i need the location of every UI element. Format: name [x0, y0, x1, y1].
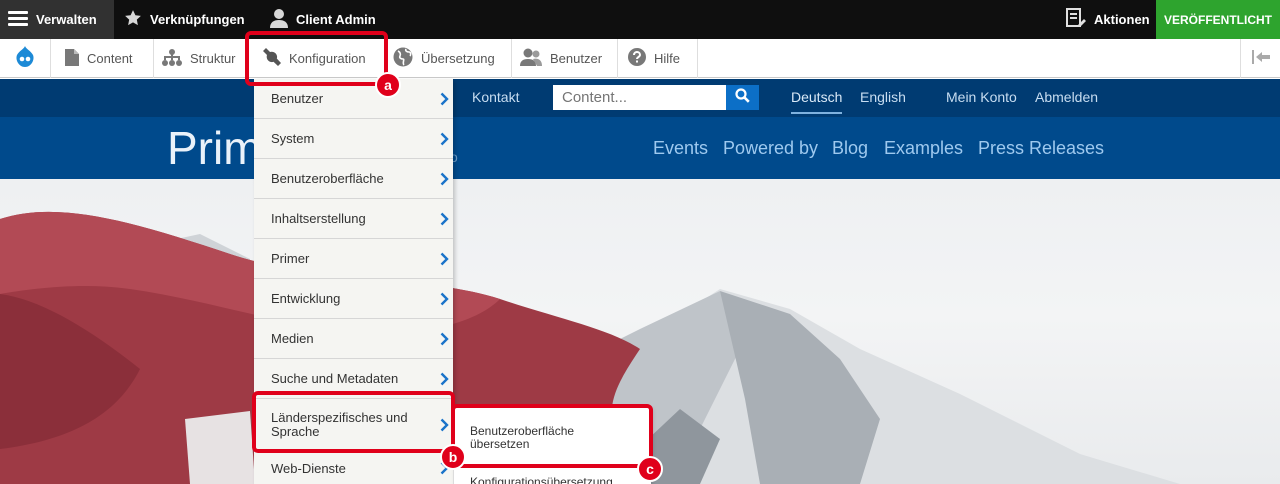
- menu-item-label: Benutzeroberfläche: [271, 171, 384, 186]
- menu-item-label: Benutzer: [271, 91, 324, 106]
- menu-item-label: System: [271, 131, 315, 146]
- site-title[interactable]: Prim: [167, 121, 262, 175]
- chevron-right-icon[interactable]: [440, 292, 449, 309]
- site-header: Prim o Events Powered by Blog Examples P…: [0, 117, 1280, 179]
- annotation-badge-b: b: [440, 444, 466, 470]
- star-icon: [124, 9, 142, 30]
- tray-item-people[interactable]: Benutzer: [512, 39, 618, 78]
- tray-item-label: Übersetzung: [421, 51, 495, 66]
- search-input[interactable]: [553, 85, 726, 110]
- tray-item-label: Struktur: [190, 51, 236, 66]
- submenu-item-config-translation[interactable]: Konfigurationsübersetzung: [454, 474, 652, 484]
- menu-item-media[interactable]: Medien: [254, 319, 453, 359]
- globe-icon: [393, 47, 413, 70]
- site-top-navigation: Kontakt Deutsch English Mein Konto Abmel…: [0, 79, 1280, 117]
- menu-item-system[interactable]: System: [254, 119, 453, 159]
- chevron-right-icon[interactable]: [440, 252, 449, 269]
- main-nav-blog[interactable]: Blog: [832, 138, 868, 159]
- menu-item-web-services[interactable]: Web-Dienste: [254, 452, 453, 484]
- chevron-right-icon[interactable]: [440, 372, 449, 389]
- tray-item-translation[interactable]: Übersetzung: [385, 39, 512, 78]
- menu-item-label: Suche und Metadaten: [271, 371, 399, 386]
- logout-link[interactable]: Abmelden: [1035, 89, 1098, 105]
- search-button[interactable]: [726, 85, 759, 110]
- admin-toolbar: Verwalten Verknüpfungen Client Admin Akt…: [0, 0, 1280, 39]
- user-label: Client Admin: [296, 12, 376, 27]
- highlight-configuration: [245, 31, 388, 86]
- tray-item-label: Benutzer: [550, 51, 603, 66]
- menu-item-content-authoring[interactable]: Inhaltserstellung: [254, 199, 453, 239]
- highlight-regional-language: [252, 391, 455, 453]
- language-german-link[interactable]: Deutsch: [791, 89, 843, 114]
- annotation-badge-a: a: [375, 72, 401, 98]
- admin-tray: Content Struktur Konfiguration Übersetzu…: [0, 39, 1280, 78]
- manage-toggle[interactable]: Verwalten: [0, 0, 114, 39]
- main-nav-powered-by[interactable]: Powered by: [723, 138, 818, 159]
- chevron-right-icon[interactable]: [440, 172, 449, 189]
- actions-label: Aktionen: [1094, 12, 1150, 27]
- people-icon: [520, 48, 542, 69]
- main-nav-examples[interactable]: Examples: [884, 138, 963, 159]
- published-status-button[interactable]: VERÖFFENTLICHT: [1156, 0, 1280, 39]
- search-icon: [735, 87, 750, 108]
- tray-item-structure[interactable]: Struktur: [154, 39, 247, 78]
- chevron-right-icon[interactable]: [440, 212, 449, 229]
- edit-document-icon: [1066, 8, 1086, 31]
- published-label: VERÖFFENTLICHT: [1164, 12, 1272, 27]
- shortcuts-toggle[interactable]: Verknüpfungen: [114, 0, 245, 39]
- drupal-icon: [15, 46, 35, 71]
- sitemap-icon: [162, 48, 182, 69]
- hamburger-icon: [8, 10, 28, 29]
- submenu-item-label: Konfigurationsübersetzung: [470, 475, 613, 484]
- tray-item-label: Content: [87, 51, 133, 66]
- highlight-translate-interface: [451, 404, 653, 468]
- chevron-right-icon[interactable]: [440, 132, 449, 149]
- shortcuts-label: Verknüpfungen: [150, 12, 245, 27]
- main-nav-events[interactable]: Events: [653, 138, 708, 159]
- my-account-link[interactable]: Mein Konto: [946, 89, 1017, 105]
- tray-item-help[interactable]: Hilfe: [618, 39, 698, 78]
- menu-item-primer[interactable]: Primer: [254, 239, 453, 279]
- menu-item-label: Primer: [271, 251, 310, 266]
- manage-label: Verwalten: [36, 12, 97, 27]
- menu-item-label: Medien: [271, 331, 314, 346]
- annotation-badge-c: c: [637, 456, 663, 482]
- collapse-tray-button[interactable]: [1240, 39, 1280, 78]
- person-icon: [270, 8, 288, 31]
- contact-link[interactable]: Kontakt: [472, 89, 519, 105]
- collapse-arrow-icon: [1251, 50, 1270, 67]
- home-drupal-link[interactable]: [0, 39, 51, 78]
- chevron-right-icon[interactable]: [440, 332, 449, 349]
- language-english-link[interactable]: English: [860, 89, 906, 105]
- menu-item-label: Web-Dienste: [271, 460, 346, 476]
- help-icon: [628, 48, 646, 69]
- menu-item-label: Inhaltserstellung: [271, 211, 366, 226]
- chevron-right-icon[interactable]: [440, 92, 449, 109]
- menu-item-label: Entwicklung: [271, 291, 341, 306]
- main-nav-press-releases[interactable]: Press Releases: [978, 138, 1104, 159]
- menu-item-user-interface[interactable]: Benutzeroberfläche: [254, 159, 453, 199]
- tray-item-label: Hilfe: [654, 51, 681, 66]
- menu-item-development[interactable]: Entwicklung: [254, 279, 453, 319]
- tray-item-content[interactable]: Content: [51, 39, 154, 78]
- actions-toggle[interactable]: Aktionen: [1060, 0, 1150, 39]
- document-icon: [65, 48, 79, 69]
